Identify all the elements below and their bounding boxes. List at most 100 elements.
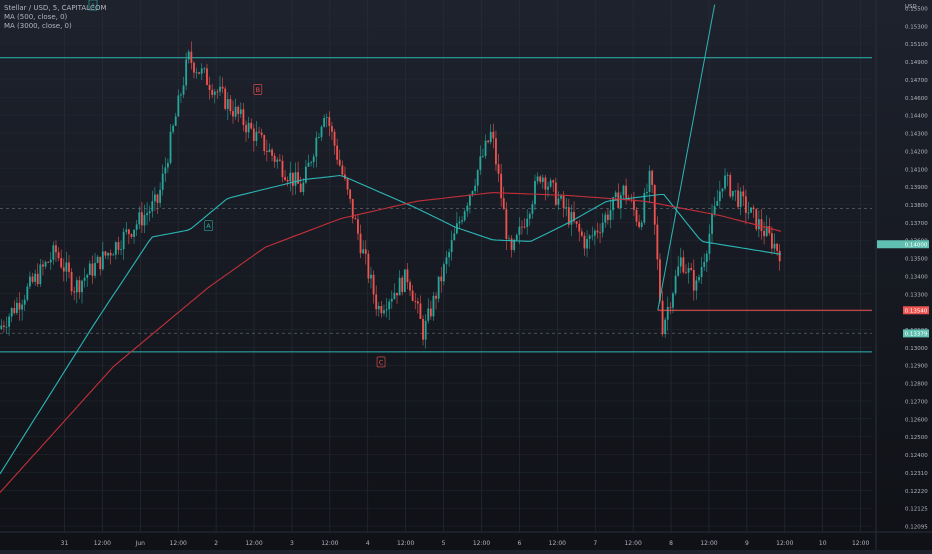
candle-body bbox=[122, 231, 125, 250]
price-tag-label: 0.14000 bbox=[905, 242, 928, 248]
candle-body bbox=[742, 191, 745, 197]
candle-body bbox=[23, 299, 26, 305]
price-chart[interactable]: 0.155000.153000.151000.149000.147000.146… bbox=[0, 0, 932, 550]
wave-label: A bbox=[206, 222, 211, 230]
candle-body bbox=[674, 275, 677, 294]
y-tick-label: 0.14100 bbox=[905, 167, 928, 173]
candle-body bbox=[666, 306, 669, 320]
candle-body bbox=[497, 164, 500, 174]
candle-body bbox=[180, 94, 182, 96]
y-tick-label: 0.12800 bbox=[905, 382, 928, 388]
candle-body bbox=[250, 122, 253, 129]
candle-body bbox=[36, 273, 39, 285]
candle-body bbox=[312, 156, 315, 163]
candle-body bbox=[677, 266, 680, 276]
candle-body bbox=[526, 218, 529, 227]
candle-body bbox=[81, 280, 83, 293]
candle-body bbox=[554, 182, 557, 205]
candle-body bbox=[476, 170, 479, 186]
candle-body bbox=[206, 68, 208, 85]
candle-body bbox=[398, 277, 401, 296]
chart-area[interactable]: 0.15500 0.15300 0.15100 0.14900 0.14700 0.146… bbox=[0, 0, 932, 550]
candle-body bbox=[435, 295, 437, 299]
candle-body bbox=[429, 308, 432, 317]
candle-body bbox=[31, 276, 34, 282]
candle-body bbox=[237, 106, 240, 114]
candle-body bbox=[86, 274, 89, 278]
legend-ma500: MA (500, close, 0) bbox=[4, 13, 68, 21]
candle-body bbox=[357, 219, 359, 234]
x-tick-label: Jun bbox=[135, 540, 146, 547]
candle-body bbox=[440, 276, 443, 282]
x-tick-label: 4 bbox=[366, 540, 370, 547]
candle-body bbox=[432, 295, 435, 317]
candle-body bbox=[773, 243, 776, 249]
candle-body bbox=[252, 128, 255, 142]
candle-body bbox=[367, 253, 370, 279]
candle-body bbox=[190, 51, 193, 63]
y-tick-label: 0.13500 bbox=[905, 257, 928, 263]
candle-body bbox=[364, 249, 367, 254]
candle-body bbox=[55, 245, 57, 253]
candle-body bbox=[75, 280, 78, 293]
x-tick-label: 2 bbox=[214, 540, 218, 547]
candle-body bbox=[104, 251, 107, 256]
candle-body bbox=[203, 68, 206, 70]
x-tick-label: 12:00 bbox=[776, 540, 793, 547]
candle-body bbox=[232, 111, 234, 117]
x-tick-label: 12:00 bbox=[94, 540, 111, 547]
candle-body bbox=[664, 319, 667, 335]
candle-body bbox=[49, 259, 52, 263]
candle-body bbox=[560, 195, 562, 199]
candle-body bbox=[528, 213, 531, 219]
candle-body bbox=[185, 59, 188, 86]
x-tick-label: 9 bbox=[745, 540, 749, 547]
candle-body bbox=[468, 194, 471, 206]
candle-body bbox=[437, 276, 440, 299]
candle-body bbox=[502, 198, 505, 210]
candle-body bbox=[625, 185, 628, 198]
candle-body bbox=[299, 183, 302, 193]
candle-body bbox=[601, 222, 604, 233]
candle-body bbox=[411, 290, 414, 301]
candle-body bbox=[172, 125, 175, 132]
candle-body bbox=[346, 178, 349, 190]
candle-body bbox=[60, 258, 63, 268]
chart-legend: Stellar / USD, 5, CAPITALCOM MA (500, cl… bbox=[4, 4, 107, 31]
candle-body bbox=[541, 177, 544, 182]
x-tick-label: 12:00 bbox=[549, 540, 566, 547]
candle-body bbox=[187, 51, 190, 60]
candle-body bbox=[96, 256, 99, 263]
candle-body bbox=[258, 131, 260, 133]
candle-body bbox=[380, 305, 383, 314]
candle-body bbox=[414, 300, 417, 302]
candle-body bbox=[422, 318, 424, 340]
y-tick-label: 0.12220 bbox=[905, 489, 928, 495]
candle-body bbox=[331, 126, 333, 132]
candle-body bbox=[500, 173, 503, 199]
candle-body bbox=[239, 109, 242, 114]
candle-body bbox=[174, 116, 177, 126]
candle-body bbox=[114, 242, 117, 255]
candle-body bbox=[463, 211, 466, 221]
x-tick-label: 12:00 bbox=[397, 540, 414, 547]
candle-body bbox=[700, 266, 703, 278]
candle-body bbox=[442, 264, 445, 282]
candle-body bbox=[294, 172, 297, 186]
candle-body bbox=[599, 232, 601, 234]
candle-body bbox=[747, 212, 750, 214]
candle-body bbox=[10, 308, 13, 317]
candle-body bbox=[593, 230, 596, 236]
candle-body bbox=[604, 214, 607, 223]
candle-body bbox=[125, 229, 128, 232]
y-tick-label: 0.12310 bbox=[905, 471, 928, 477]
candle-body bbox=[372, 274, 375, 295]
y-tick-label: 0.13400 bbox=[905, 274, 928, 280]
candle-body bbox=[88, 263, 91, 275]
y-tick-label: 0.14600 bbox=[905, 96, 928, 102]
candle-body bbox=[135, 224, 138, 230]
candle-body bbox=[461, 220, 464, 222]
x-tick-label: 31 bbox=[61, 540, 69, 547]
candle-body bbox=[640, 222, 643, 227]
candle-body bbox=[377, 305, 380, 310]
